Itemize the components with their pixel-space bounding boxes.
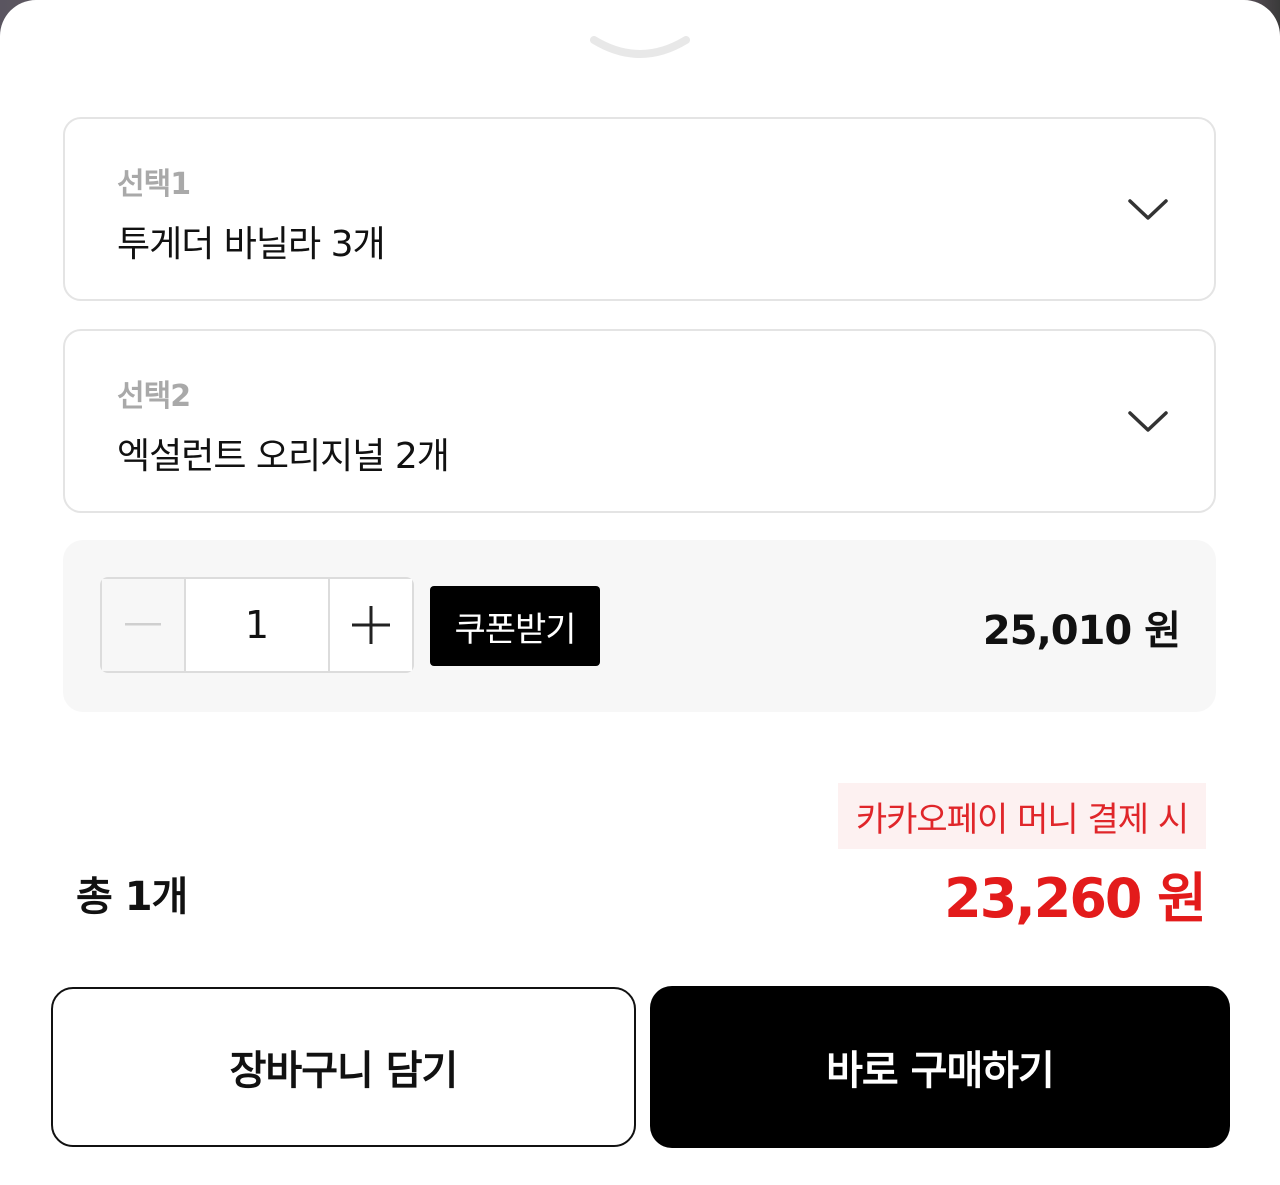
- plus-icon: [352, 606, 390, 644]
- add-to-cart-button[interactable]: 장바구니 담기: [51, 987, 636, 1147]
- option-label: 선택2: [117, 379, 191, 414]
- quantity-value[interactable]: 1: [186, 579, 328, 671]
- line-item-price: 25,010 원: [982, 608, 1181, 654]
- option-label: 선택1: [117, 167, 191, 202]
- promo-badge: 카카오페이 머니 결제 시: [838, 783, 1206, 849]
- chevron-down-icon: [1128, 411, 1168, 432]
- option-select-2[interactable]: 선택2 엑설런트 오리지널 2개: [63, 329, 1216, 513]
- purchase-bottom-sheet: 선택1 투게더 바닐라 3개 선택2 엑설런트 오리지널 2개 1 쿠폰받기 2…: [0, 0, 1280, 1185]
- sheet-handle-chevron-icon[interactable]: [588, 32, 692, 66]
- quantity-stepper: 1: [100, 577, 414, 673]
- buy-now-button[interactable]: 바로 구매하기: [650, 986, 1230, 1148]
- coupon-button[interactable]: 쿠폰받기: [430, 586, 600, 666]
- option-value: 엑설런트 오리지널 2개: [117, 436, 450, 477]
- total-price: 23,260 원: [944, 867, 1207, 930]
- increase-quantity-button[interactable]: [328, 579, 412, 671]
- chevron-down-icon: [1128, 199, 1168, 220]
- option-value: 투게더 바닐라 3개: [117, 224, 386, 265]
- quantity-panel: 1 쿠폰받기 25,010 원: [63, 540, 1216, 712]
- option-select-1[interactable]: 선택1 투게더 바닐라 3개: [63, 117, 1216, 301]
- minus-icon: [125, 623, 161, 626]
- decrease-quantity-button[interactable]: [102, 579, 186, 671]
- total-count: 총 1개: [76, 874, 188, 920]
